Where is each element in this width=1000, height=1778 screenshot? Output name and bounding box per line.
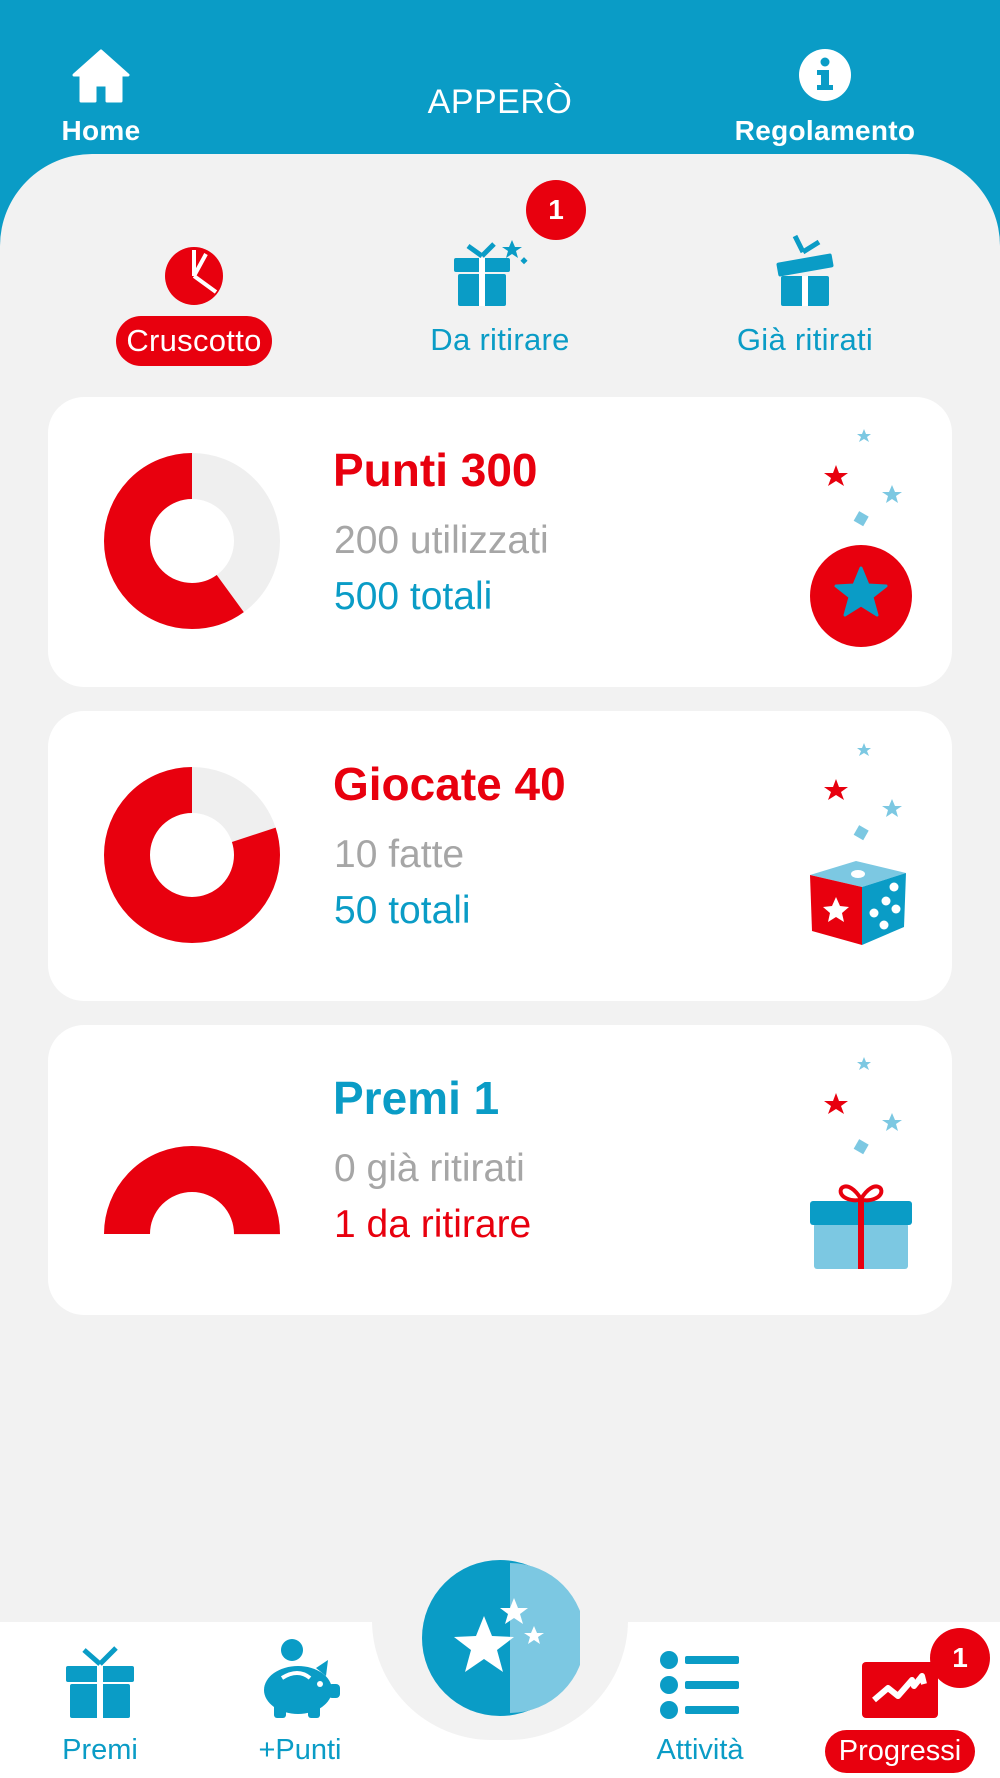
prizes-gauge bbox=[104, 1146, 280, 1257]
gift-icon bbox=[454, 240, 528, 306]
tab-da-ritirare-label: Da ritirare bbox=[430, 322, 570, 357]
open-gift-icon bbox=[776, 234, 834, 306]
home-icon bbox=[72, 49, 130, 103]
home-label: Home bbox=[61, 115, 141, 146]
nav-premi-label: Premi bbox=[62, 1734, 138, 1766]
prizes-collected: 0 già ritirati bbox=[334, 1147, 525, 1190]
star-coin-icon bbox=[810, 429, 912, 647]
points-donut bbox=[104, 453, 280, 629]
piggy-bank-icon bbox=[264, 1639, 340, 1718]
dice-icon bbox=[810, 743, 906, 945]
tab-gia-ritirati-label: Già ritirati bbox=[736, 322, 874, 357]
tab-cruscotto[interactable]: Cruscotto bbox=[74, 222, 314, 366]
pending-badge: 1 bbox=[526, 180, 586, 240]
prizes-pending: 1 da ritirare bbox=[334, 1203, 532, 1246]
home-button[interactable]: Home bbox=[40, 48, 162, 147]
list-icon bbox=[660, 1651, 739, 1719]
nav-punti[interactable]: +Punti bbox=[220, 1632, 380, 1771]
points-total: 500 totali bbox=[334, 575, 493, 618]
nav-progressi-label: Progressi bbox=[824, 1730, 976, 1773]
plays-card[interactable]: Giocate 40 10 fatte 50 totali bbox=[48, 711, 952, 1001]
progress-icon bbox=[862, 1662, 938, 1718]
plays-done: 10 fatte bbox=[334, 833, 465, 876]
rules-button[interactable]: Regolamento bbox=[720, 48, 930, 147]
plays-total: 50 totali bbox=[334, 889, 471, 932]
nav-attivita[interactable]: Attività bbox=[620, 1632, 780, 1771]
stars-center-button[interactable] bbox=[420, 1558, 580, 1718]
gift-icon bbox=[66, 1646, 134, 1718]
nav-premi[interactable]: Premi bbox=[20, 1632, 180, 1771]
plays-donut bbox=[104, 767, 280, 943]
points-used: 200 utilizzati bbox=[334, 519, 549, 562]
progress-badge: 1 bbox=[930, 1628, 990, 1688]
nav-punti-label: +Punti bbox=[258, 1734, 342, 1766]
prizes-card[interactable]: Premi 1 0 già ritirati 1 da ritirare bbox=[48, 1025, 952, 1315]
tab-da-ritirare[interactable]: Da ritirare bbox=[380, 222, 620, 364]
tab-cruscotto-label: Cruscotto bbox=[116, 316, 272, 366]
nav-attivita-label: Attività bbox=[656, 1734, 744, 1766]
info-icon bbox=[799, 49, 851, 101]
app-title: APPERÒ bbox=[427, 83, 573, 121]
prizes-title: Premi 1 bbox=[333, 1072, 500, 1124]
pie-chart-icon bbox=[165, 247, 223, 305]
rules-label: Regolamento bbox=[734, 115, 916, 146]
tab-gia-ritirati[interactable]: Già ritirati bbox=[685, 222, 925, 364]
gift-box-icon bbox=[810, 1057, 912, 1269]
points-title: Punti 300 bbox=[333, 444, 538, 496]
plays-title: Giocate 40 bbox=[333, 758, 566, 810]
points-card[interactable]: Punti 300 200 utilizzati 500 totali bbox=[48, 397, 952, 687]
